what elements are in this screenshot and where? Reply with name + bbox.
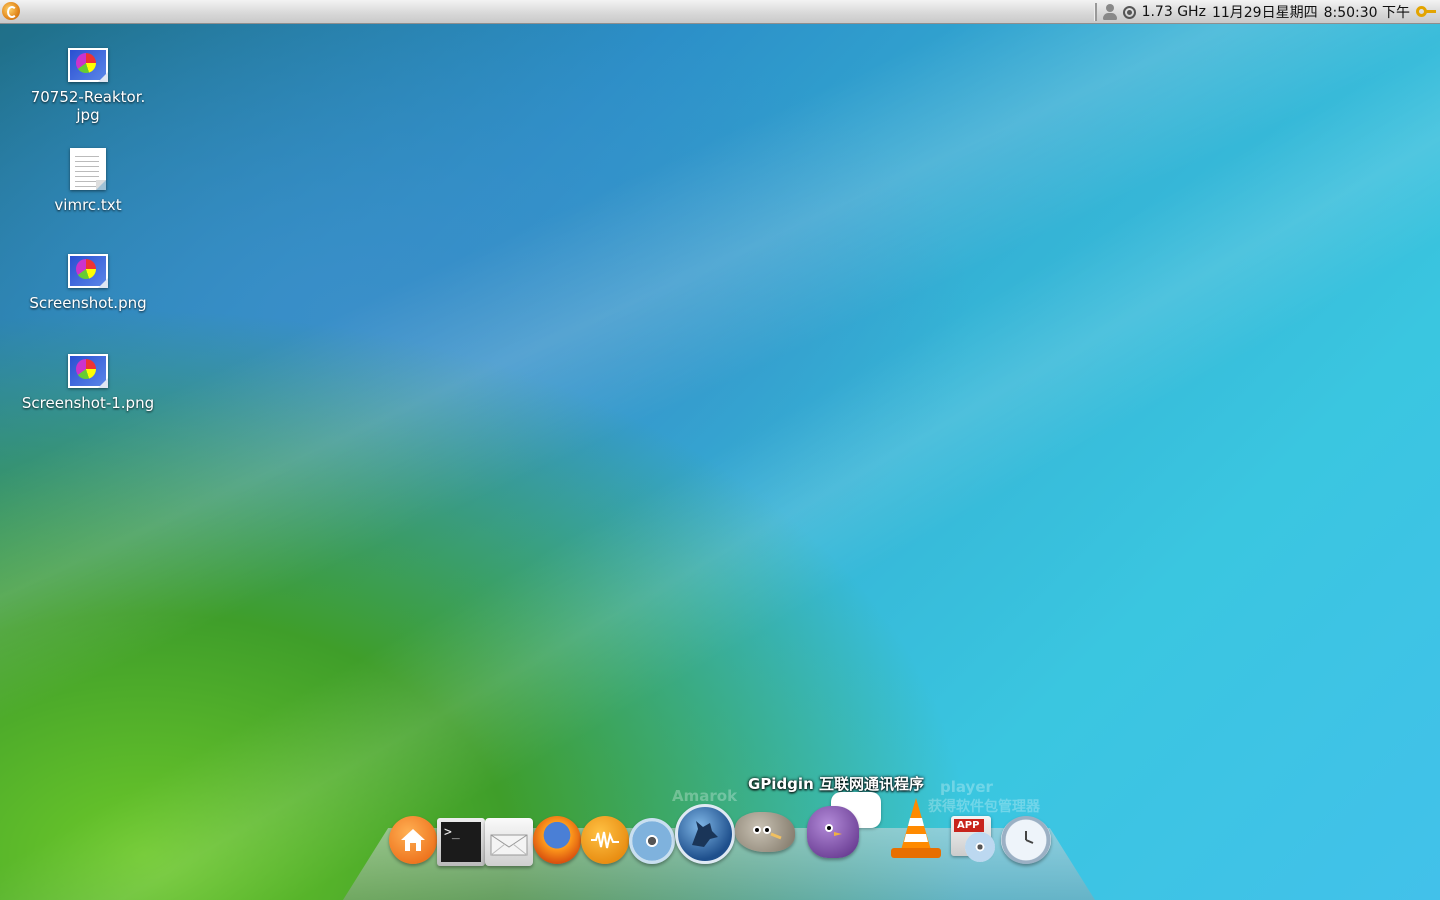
home-icon (389, 816, 437, 864)
dock-gimp[interactable] (735, 812, 795, 852)
desktop-icon-screenshot-1[interactable]: Screenshot-1.png (8, 354, 168, 412)
disc-icon (629, 818, 675, 864)
desktop-icon-label: vimrc.txt (54, 196, 122, 214)
wolf-icon (675, 804, 735, 864)
dock-label-player: player (940, 778, 993, 796)
dock-home[interactable] (389, 816, 437, 864)
audio-wave-icon (581, 816, 629, 864)
top-panel: 1.73 GHz 11月29日星期四 8:50:30 下午 (0, 0, 1440, 24)
image-file-icon (68, 254, 108, 288)
dock-media[interactable] (629, 818, 675, 864)
cpu-icon[interactable] (1122, 5, 1136, 19)
desktop-icon-label: Screenshot.png (29, 294, 147, 312)
dock-firefox[interactable] (533, 816, 581, 864)
dock-tooltip: GPidgin 互联网通讯程序 (748, 773, 924, 794)
desktop-icon-screenshot[interactable]: Screenshot.png (8, 254, 168, 312)
dock-audio[interactable] (581, 816, 629, 864)
dock-app-installer[interactable]: APP (951, 816, 999, 862)
image-file-icon (68, 48, 108, 82)
key-icon[interactable] (1416, 6, 1436, 18)
system-tray: 1.73 GHz 11月29日星期四 8:50:30 下午 (1093, 0, 1436, 24)
desktop-icon-label: Screenshot-1.png (21, 394, 155, 412)
desktop-icon-reaktor[interactable]: 70752-Reaktor. jpg (8, 48, 168, 124)
cpu-frequency[interactable]: 1.73 GHz (1142, 4, 1206, 20)
main-menu-icon[interactable] (2, 2, 20, 20)
app-disc-icon: APP (951, 816, 999, 862)
dock-vlc[interactable] (885, 796, 947, 862)
panel-separator (1093, 3, 1097, 21)
image-file-icon (68, 354, 108, 388)
user-icon[interactable] (1102, 4, 1117, 20)
pidgin-icon (807, 806, 859, 858)
mail-icon (485, 818, 533, 866)
desktop-icon-vimrc[interactable]: vimrc.txt (8, 148, 168, 214)
dock-terminal[interactable]: >_ (437, 818, 485, 866)
dock-mail[interactable] (485, 818, 533, 866)
clock-time[interactable]: 8:50:30 下午 (1324, 2, 1410, 22)
dock-amarok[interactable] (675, 804, 735, 864)
text-file-icon (70, 148, 106, 190)
gimp-icon (735, 812, 795, 852)
clock-icon (1001, 816, 1051, 864)
dock-label-amarok: Amarok (672, 787, 738, 805)
dock-tooltip-prefix: G (748, 775, 761, 793)
vlc-cone-icon (885, 796, 947, 862)
dock-clock[interactable] (1001, 816, 1051, 864)
desktop-icon-label: 70752-Reaktor. jpg (30, 88, 146, 124)
dock-tooltip-text: Pidgin 互联网通讯程序 (760, 775, 924, 793)
firefox-icon (533, 816, 581, 864)
terminal-icon: >_ (437, 818, 485, 866)
date-label[interactable]: 11月29日星期四 (1212, 2, 1318, 22)
dock-pidgin[interactable] (803, 792, 883, 862)
